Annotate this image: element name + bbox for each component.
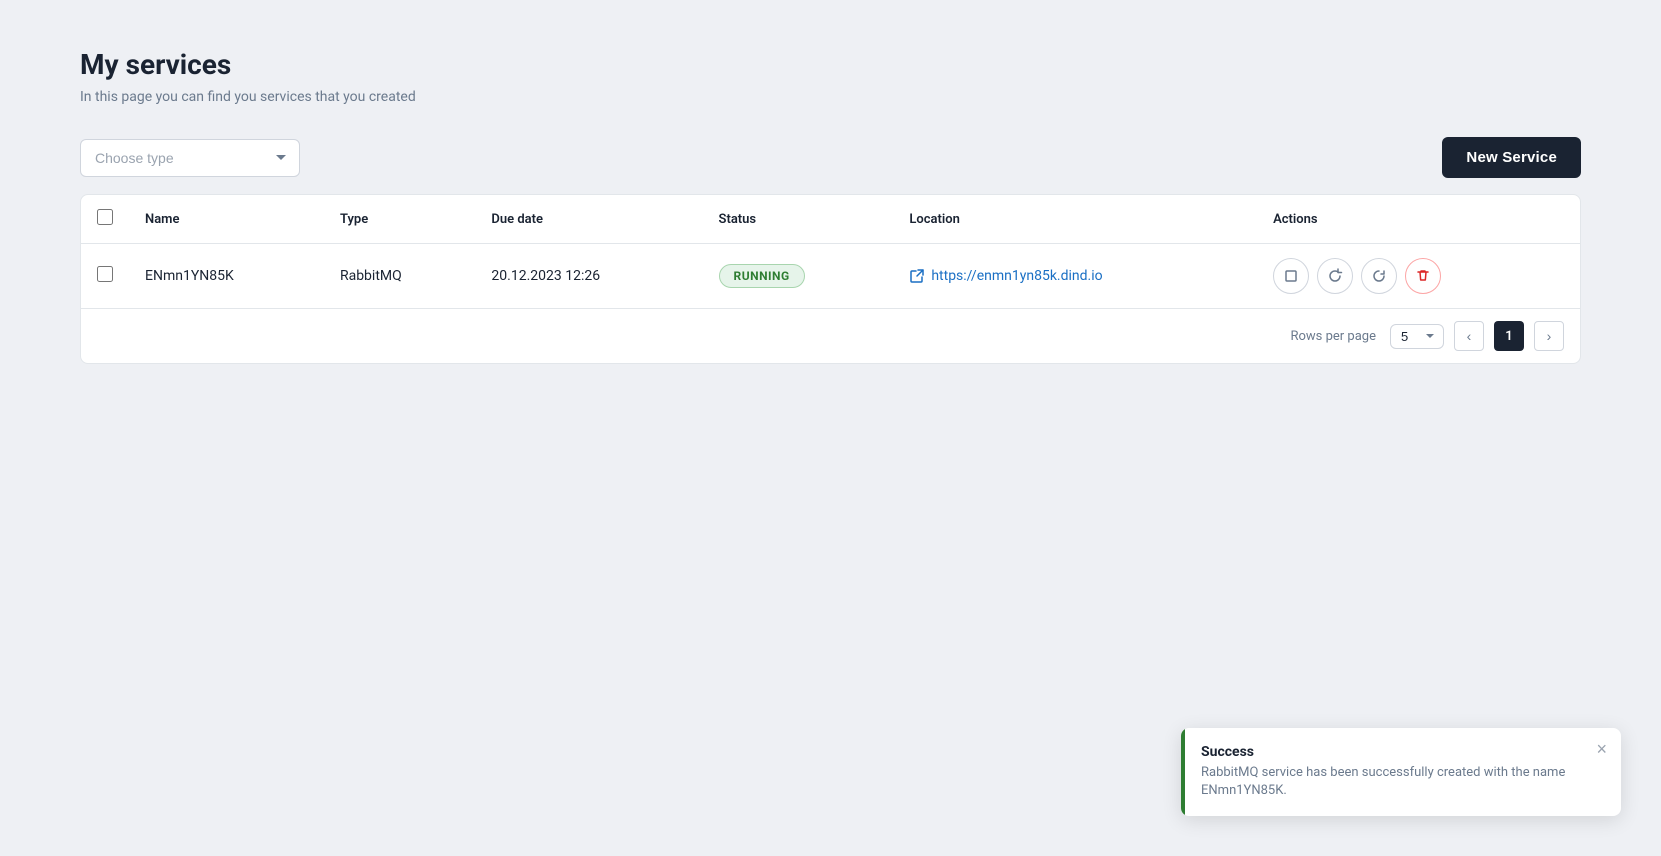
- toast-title: Success: [1201, 744, 1566, 760]
- toolbar: Choose type RabbitMQ Redis PostgreSQL Ne…: [80, 137, 1581, 178]
- page-subtitle: In this page you can find you services t…: [80, 89, 1581, 105]
- toast-content: Success RabbitMQ service has been succes…: [1185, 728, 1582, 816]
- external-link-icon: [909, 268, 925, 284]
- cell-status: RUNNING: [703, 244, 894, 309]
- row-checkbox[interactable]: [97, 266, 113, 282]
- toast-close-button[interactable]: ×: [1582, 728, 1621, 770]
- status-badge: RUNNING: [719, 264, 805, 288]
- col-location: Location: [893, 195, 1257, 244]
- restart-button[interactable]: [1361, 258, 1397, 294]
- cell-actions: [1257, 244, 1580, 309]
- cell-due-date: 20.12.2023 12:26: [475, 244, 702, 309]
- toast-message: RabbitMQ service has been successfully c…: [1201, 764, 1566, 800]
- cell-name: ENmn1YN85K: [129, 244, 324, 309]
- col-name: Name: [129, 195, 324, 244]
- trash-icon: [1415, 268, 1431, 284]
- page-title: My services: [80, 48, 1581, 81]
- col-actions: Actions: [1257, 195, 1580, 244]
- select-all-checkbox[interactable]: [97, 209, 113, 225]
- new-service-button[interactable]: New Service: [1442, 137, 1581, 178]
- col-type: Type: [324, 195, 475, 244]
- stop-button[interactable]: [1273, 258, 1309, 294]
- rows-per-page-label: Rows per page: [1290, 329, 1376, 344]
- table-header-row: Name Type Due date Status Location Actio…: [81, 195, 1580, 244]
- prev-page-button[interactable]: ‹: [1454, 321, 1484, 351]
- delete-button[interactable]: [1405, 258, 1441, 294]
- stop-icon: [1283, 268, 1299, 284]
- table-row: ENmn1YN85K RabbitMQ 20.12.2023 12:26 RUN…: [81, 244, 1580, 309]
- refresh-icon: [1327, 268, 1343, 284]
- restart-icon: [1371, 268, 1387, 284]
- current-page: 1: [1494, 321, 1524, 351]
- toast-notification: Success RabbitMQ service has been succes…: [1181, 728, 1621, 816]
- cell-type: RabbitMQ: [324, 244, 475, 309]
- col-due-date: Due date: [475, 195, 702, 244]
- location-link[interactable]: https://enmn1yn85k.dind.io: [909, 268, 1241, 284]
- refresh-button[interactable]: [1317, 258, 1353, 294]
- col-status: Status: [703, 195, 894, 244]
- choose-type-select[interactable]: Choose type RabbitMQ Redis PostgreSQL: [80, 139, 300, 177]
- pagination: Rows per page 5 10 25 50 ‹ 1 ›: [81, 308, 1580, 363]
- rows-per-page-select[interactable]: 5 10 25 50: [1390, 324, 1444, 349]
- services-table: Name Type Due date Status Location Actio…: [80, 194, 1581, 364]
- next-page-button[interactable]: ›: [1534, 321, 1564, 351]
- cell-location: https://enmn1yn85k.dind.io: [893, 244, 1257, 309]
